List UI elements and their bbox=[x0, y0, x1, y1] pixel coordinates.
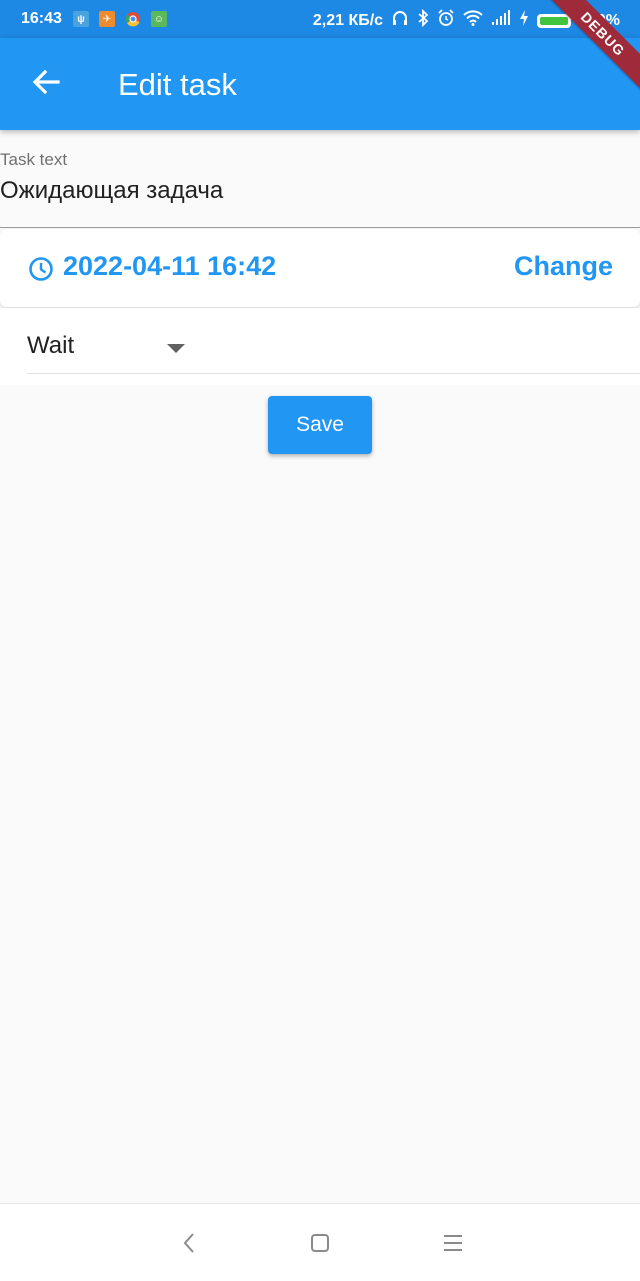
battery-icon bbox=[537, 13, 572, 28]
task-text-field[interactable]: Task text Ожидающая задача bbox=[0, 140, 640, 228]
charging-icon bbox=[519, 10, 529, 31]
menu-nav-icon[interactable] bbox=[441, 1231, 465, 1255]
date-card: 2022-04-11 16:42 Change bbox=[0, 229, 640, 307]
sim-icon: ψ bbox=[73, 11, 89, 27]
dropdown-arrow-icon bbox=[167, 344, 185, 353]
change-date-button[interactable]: Change bbox=[514, 251, 613, 282]
network-speed: 2,21 КБ/с bbox=[312, 11, 384, 29]
status-bar: 16:43 ψ ✈ ☺ 2,21 КБ/с 100% bbox=[0, 0, 640, 38]
status-card: Wait bbox=[0, 308, 640, 385]
wifi-icon bbox=[463, 10, 483, 31]
arrow-back-icon bbox=[31, 67, 61, 102]
task-text-label: Task text bbox=[0, 150, 68, 169]
status-dropdown-value: Wait bbox=[27, 332, 75, 359]
page-title: Edit task bbox=[118, 67, 237, 102]
chrome-icon bbox=[125, 11, 141, 27]
signal-icon bbox=[491, 10, 511, 31]
back-nav-icon[interactable] bbox=[178, 1231, 202, 1255]
notification-icon: ✈ bbox=[99, 11, 115, 27]
android-icon: ☺ bbox=[151, 11, 167, 27]
task-text-input[interactable]: Ожидающая задача bbox=[0, 177, 223, 205]
home-nav-icon[interactable] bbox=[308, 1231, 332, 1255]
alarm-icon bbox=[437, 9, 455, 32]
system-nav-bar bbox=[0, 1203, 640, 1281]
bluetooth-icon bbox=[417, 8, 429, 32]
status-dropdown[interactable]: Wait bbox=[27, 308, 640, 374]
save-button[interactable]: Save bbox=[268, 396, 372, 454]
task-datetime: 2022-04-11 16:42 bbox=[63, 251, 277, 281]
clock-icon bbox=[28, 256, 54, 282]
back-button[interactable] bbox=[26, 64, 66, 104]
status-time: 16:43 bbox=[21, 10, 62, 27]
app-bar: Edit task bbox=[0, 38, 640, 130]
status-left-icons: ψ ✈ ☺ bbox=[73, 11, 167, 27]
headphones-icon bbox=[391, 9, 409, 32]
